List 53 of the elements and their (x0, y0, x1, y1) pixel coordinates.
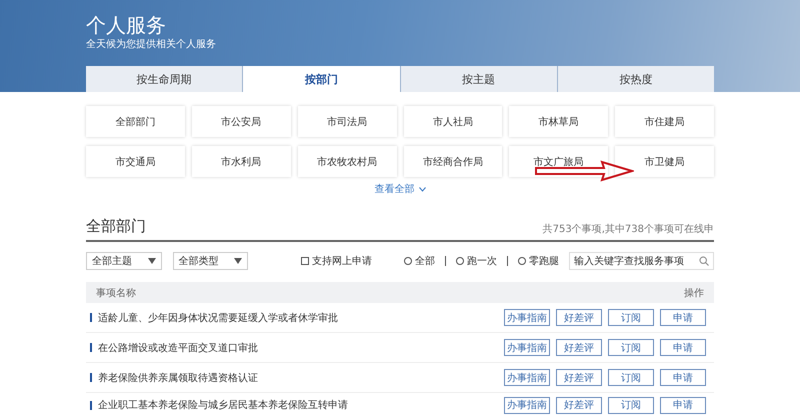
filter-dropdown[interactable]: 全部主题 (86, 252, 162, 270)
category-tab[interactable]: 按生命周期 (86, 66, 242, 92)
filter-radio[interactable]: 全部 (394, 254, 445, 268)
service-item-link[interactable]: 适龄儿童、少年因身体状况需要延缓入学或者休学审批 (98, 310, 338, 324)
department-button[interactable]: 市住建局 (615, 106, 714, 137)
category-tab[interactable]: 按热度 (556, 66, 714, 92)
filter-radio[interactable]: 零跑腿 (508, 254, 569, 268)
department-button[interactable]: 市林草局 (509, 106, 608, 137)
department-button[interactable]: 市经商合作局 (404, 146, 502, 177)
action-button[interactable]: 好差评 (556, 396, 602, 414)
department-button[interactable]: 市农牧农村局 (298, 146, 396, 177)
online-apply-checkbox[interactable]: 支持网上申请 (301, 254, 372, 268)
chevron-down-icon (418, 186, 426, 192)
page-title: 个人服务 (86, 12, 167, 38)
department-button[interactable]: 市司法局 (298, 106, 396, 137)
action-button[interactable]: 订阅 (608, 309, 654, 326)
category-tab[interactable]: 按部门 (242, 66, 400, 92)
action-button[interactable]: 订阅 (608, 339, 654, 356)
department-button[interactable]: 市交通局 (86, 146, 185, 177)
caret-icon (234, 258, 242, 264)
action-button[interactable]: 申请 (660, 339, 706, 356)
page-subtitle: 全天候为您提供相关个人服务 (86, 38, 217, 52)
search-icon[interactable] (699, 256, 709, 266)
service-item-link[interactable]: 在公路增设或改造平面交叉道口审批 (98, 340, 258, 354)
action-button[interactable]: 申请 (660, 309, 706, 326)
department-button[interactable]: 市文广旅局 (509, 146, 608, 177)
action-button[interactable]: 申请 (660, 369, 706, 386)
department-button[interactable]: 市公安局 (192, 106, 291, 137)
action-button[interactable]: 办事指南 (504, 309, 550, 326)
department-button[interactable]: 市水利局 (192, 146, 291, 177)
department-button[interactable]: 市卫健局 (615, 146, 714, 177)
action-button[interactable]: 好差评 (556, 369, 602, 386)
action-button[interactable]: 订阅 (608, 369, 654, 386)
filter-radio[interactable]: 跑一次 (446, 254, 507, 268)
column-header: 事项名称 (86, 282, 435, 303)
column-header: 操作 (434, 282, 714, 303)
section-title: 全部部门 (86, 216, 146, 236)
item-count-text: 共753个事项,其中738个事项可在线申 (542, 222, 714, 236)
filter-dropdown[interactable]: 全部类型 (172, 252, 248, 270)
service-item-link[interactable]: 养老保险供养亲属领取待遇资格认证 (98, 370, 258, 384)
action-button[interactable]: 订阅 (608, 396, 654, 414)
action-button[interactable]: 办事指南 (504, 369, 550, 386)
department-button[interactable]: 全部部门 (86, 106, 185, 137)
action-button[interactable]: 办事指南 (504, 339, 550, 356)
show-all-link[interactable]: 查看全部 (374, 182, 426, 196)
action-button[interactable]: 申请 (660, 396, 706, 414)
action-button[interactable]: 好差评 (556, 309, 602, 326)
department-button[interactable]: 市人社局 (404, 106, 502, 137)
caret-icon (148, 258, 156, 264)
service-item-link[interactable]: 企业职工基本养老保险与城乡居民基本养老保险互转申请 (98, 398, 348, 412)
category-tab[interactable]: 按主题 (400, 66, 557, 92)
action-button[interactable]: 好差评 (556, 339, 602, 356)
action-button[interactable]: 办事指南 (504, 396, 550, 414)
